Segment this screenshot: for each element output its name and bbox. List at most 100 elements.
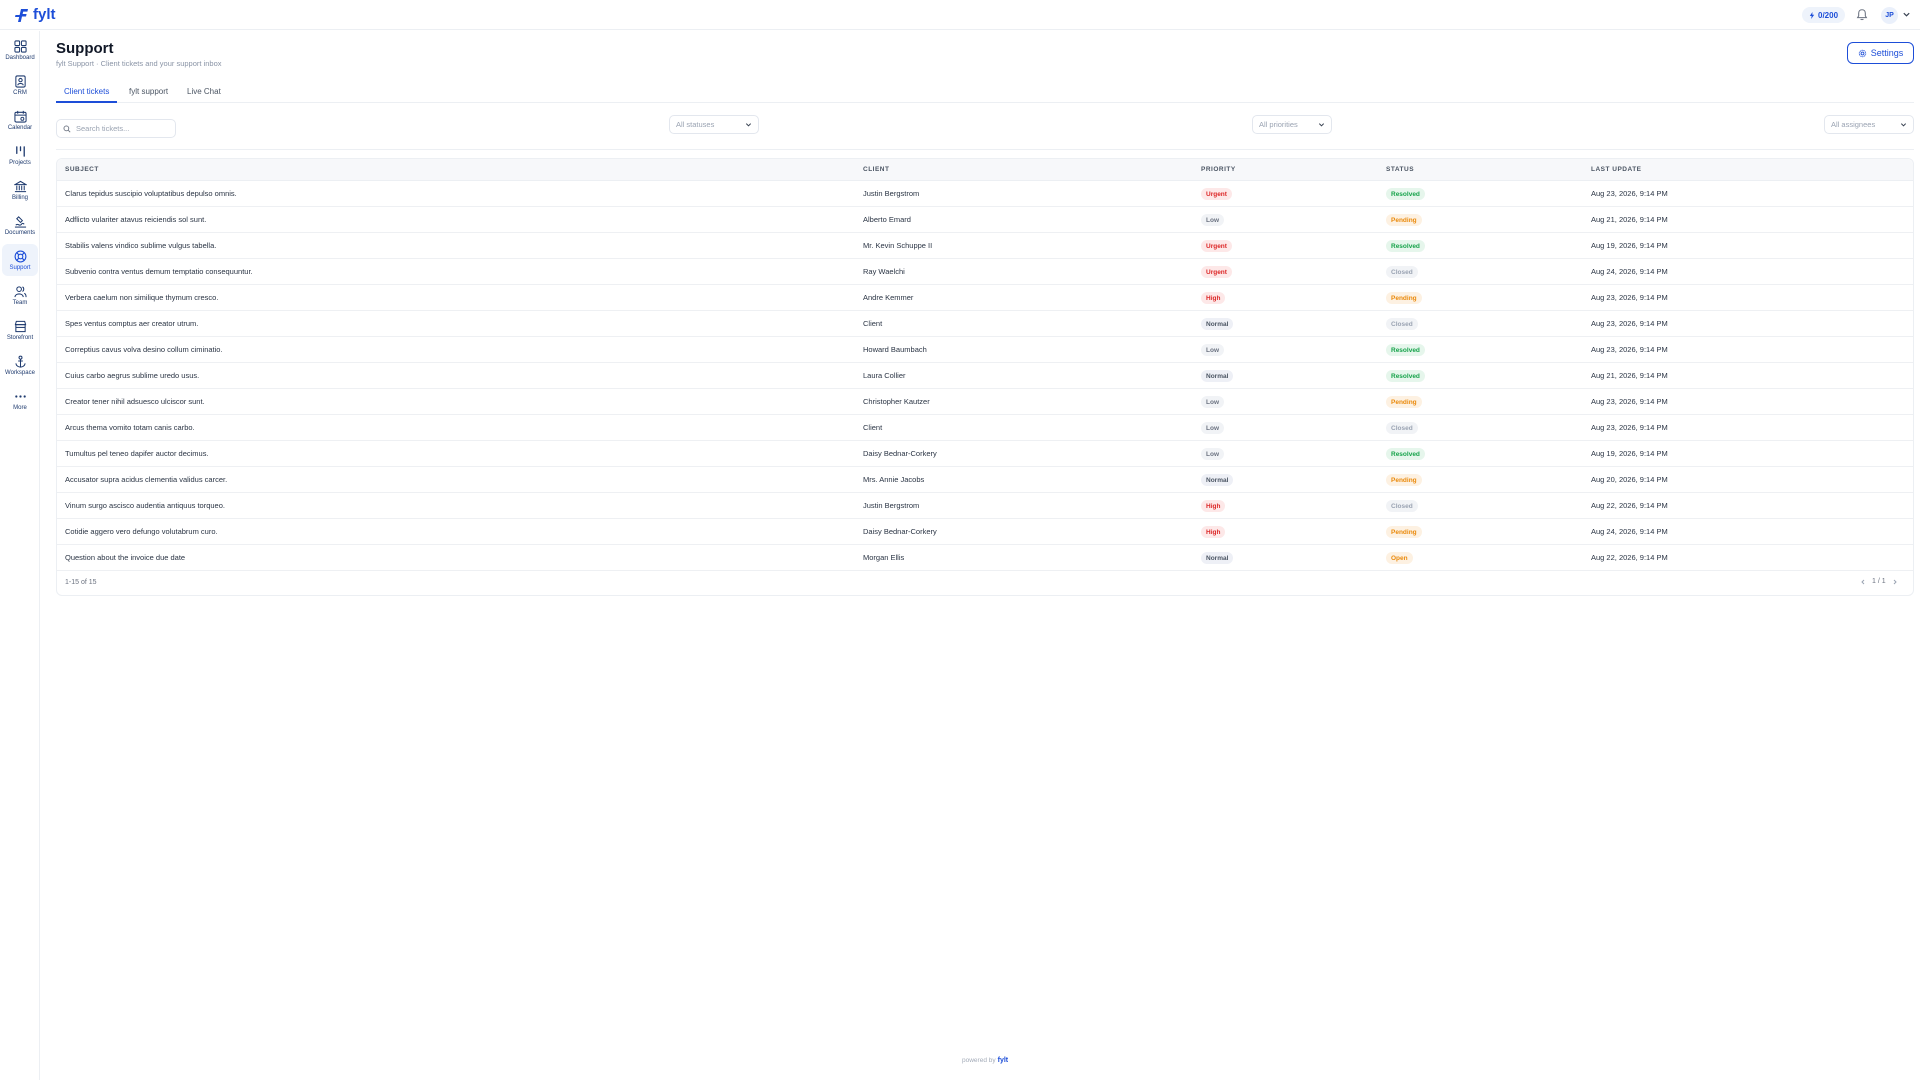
table-row[interactable]: Creator tener nihil adsuesco ulciscor su…	[57, 389, 1913, 415]
chevron-down-icon	[1900, 123, 1907, 127]
sidebar-item-calendar[interactable]: Calendar	[2, 104, 38, 136]
status-badge: Resolved	[1386, 240, 1425, 252]
ticket-last-update: Aug 21, 2026, 9:14 PM	[1591, 371, 1668, 380]
sidebar-item-label: Documents	[4, 229, 36, 236]
page-indicator: 1 / 1	[1872, 578, 1886, 585]
table-row[interactable]: Correptius cavus volva desino collum cim…	[57, 337, 1913, 363]
powered-by-brand[interactable]: fylt	[998, 1057, 1009, 1064]
credits-badge[interactable]: 0/200	[1802, 7, 1846, 23]
column-header-status[interactable]: STATUS	[1386, 166, 1414, 173]
status-badge: Pending	[1386, 214, 1422, 226]
status-badge: Closed	[1386, 266, 1418, 278]
priority-badge: Normal	[1201, 474, 1234, 486]
workspace-icon	[14, 355, 26, 368]
ticket-client: Morgan Ellis	[863, 553, 905, 562]
ticket-client: Andre Kemmer	[863, 293, 914, 302]
table-row[interactable]: Stabilis valens vindico sublime vulgus t…	[57, 233, 1913, 259]
logo[interactable]: fylt	[15, 6, 56, 23]
priority-badge: Low	[1201, 422, 1224, 434]
sidebar-item-documents[interactable]: Documents	[2, 209, 38, 241]
top-bar: fylt 0/200 JP	[0, 0, 1920, 30]
table-row[interactable]: Tumultus pel teneo dapifer auctor decimu…	[57, 441, 1913, 467]
tickets-table: SUBJECT CLIENT PRIORITY STATUS LAST UPDA…	[56, 158, 1914, 596]
table-row[interactable]: Clarus tepidus suscipio voluptatibus dep…	[57, 181, 1913, 207]
sidebar-item-workspace[interactable]: Workspace	[2, 349, 38, 381]
projects-icon	[15, 145, 25, 157]
assignee-select[interactable]: All assignees	[1824, 115, 1914, 134]
ticket-last-update: Aug 22, 2026, 9:14 PM	[1591, 553, 1668, 562]
page-subtitle: fylt Support · Client tickets and your s…	[56, 59, 222, 68]
sidebar: Dashboard CRM Calendar Projects Billing …	[0, 31, 40, 1080]
chevron-down-icon	[745, 123, 752, 127]
ticket-subject: Vinum surgo ascisco audentia antiquus to…	[65, 501, 225, 510]
sidebar-item-crm[interactable]: CRM	[2, 69, 38, 101]
status-badge: Closed	[1386, 500, 1418, 512]
tab-live-chat[interactable]: Live Chat	[179, 83, 229, 103]
table-row[interactable]: Question about the invoice due date Morga…	[57, 545, 1913, 571]
billing-icon	[13, 180, 27, 192]
column-header-subject[interactable]: SUBJECT	[65, 166, 99, 173]
sidebar-item-billing[interactable]: Billing	[2, 174, 38, 206]
avatar[interactable]: JP	[1881, 7, 1898, 24]
ticket-subject: Adflicto vulariter atavus reiciendis sol…	[65, 215, 207, 224]
search-box[interactable]	[56, 119, 176, 138]
tab-fylt-support[interactable]: fylt support	[121, 83, 176, 103]
status-badge: Pending	[1386, 474, 1422, 486]
team-icon	[13, 285, 27, 297]
status-badge: Pending	[1386, 292, 1422, 304]
column-header-client[interactable]: CLIENT	[863, 166, 889, 173]
table-row[interactable]: Adflicto vulariter atavus reiciendis sol…	[57, 207, 1913, 233]
ticket-client: Ray Waelchi	[863, 267, 905, 276]
priority-badge: Normal	[1201, 370, 1234, 382]
column-header-last-update[interactable]: LAST UPDATE	[1591, 166, 1642, 173]
chevron-left-icon[interactable]	[1860, 579, 1866, 585]
priority-badge: High	[1201, 500, 1226, 512]
sidebar-item-projects[interactable]: Projects	[2, 139, 38, 171]
dashboard-icon	[13, 39, 27, 53]
ticket-last-update: Aug 19, 2026, 9:14 PM	[1591, 449, 1668, 458]
ticket-last-update: Aug 23, 2026, 9:14 PM	[1591, 319, 1668, 328]
sidebar-item-dashboard[interactable]: Dashboard	[2, 34, 38, 66]
priority-badge: Urgent	[1201, 266, 1232, 278]
status-badge: Resolved	[1386, 344, 1425, 356]
search-input[interactable]	[76, 124, 166, 133]
ticket-client: Christopher Kautzer	[863, 397, 930, 406]
table-row[interactable]: Subvenio contra ventus demum temptatio c…	[57, 259, 1913, 285]
sidebar-item-storefront[interactable]: Storefront	[2, 314, 38, 346]
table-row[interactable]: Verbera caelum non similique thymum cres…	[57, 285, 1913, 311]
bell-icon[interactable]	[1855, 8, 1869, 22]
storefront-icon	[14, 320, 26, 332]
ticket-last-update: Aug 23, 2026, 9:14 PM	[1591, 423, 1668, 432]
status-select[interactable]: All statuses	[669, 115, 759, 134]
table-row[interactable]: Accusator supra acidus clementia validus…	[57, 467, 1913, 493]
ticket-client: Mrs. Annie Jacobs	[863, 475, 925, 484]
ticket-client: Justin Bergstrom	[863, 501, 920, 510]
table-row[interactable]: Vinum surgo ascisco audentia antiquus to…	[57, 493, 1913, 519]
table-row[interactable]: Cotidie aggero vero defungo volutabrum c…	[57, 519, 1913, 545]
chevron-right-icon[interactable]	[1892, 579, 1898, 585]
sidebar-item-team[interactable]: Team	[2, 279, 38, 311]
sidebar-item-more[interactable]: More	[2, 384, 38, 416]
sidebar-item-label: Calendar	[7, 124, 33, 131]
ticket-subject: Arcus thema vomito totam canis carbo.	[65, 423, 195, 432]
chevron-down-icon[interactable]	[1902, 10, 1911, 19]
table-row[interactable]: Spes ventus comptus aer creator utrum. Cl…	[57, 311, 1913, 337]
settings-button[interactable]: Settings	[1847, 42, 1914, 64]
ticket-subject: Tumultus pel teneo dapifer auctor decimu…	[65, 449, 209, 458]
sidebar-item-support[interactable]: Support	[2, 244, 38, 276]
ticket-client: Alberto Emard	[863, 215, 911, 224]
sidebar-item-label: Team	[12, 299, 28, 306]
status-badge: Pending	[1386, 526, 1422, 538]
tab-client-tickets[interactable]: Client tickets	[56, 83, 118, 103]
column-header-priority[interactable]: PRIORITY	[1201, 166, 1236, 173]
ticket-subject: Clarus tepidus suscipio voluptatibus dep…	[65, 189, 237, 198]
priority-select[interactable]: All priorities	[1252, 115, 1332, 134]
ticket-client: Client	[863, 423, 883, 432]
table-row[interactable]: Arcus thema vomito totam canis carbo. Cli…	[57, 415, 1913, 441]
priority-badge: Low	[1201, 448, 1224, 460]
powered-by: powered by fylt	[962, 1057, 1008, 1064]
table-row[interactable]: Cuius carbo aegrus sublime uredo usus. La…	[57, 363, 1913, 389]
ticket-client: Mr. Kevin Schuppe II	[863, 241, 933, 250]
ticket-client: Laura Collier	[863, 371, 906, 380]
ticket-last-update: Aug 23, 2026, 9:14 PM	[1591, 397, 1668, 406]
